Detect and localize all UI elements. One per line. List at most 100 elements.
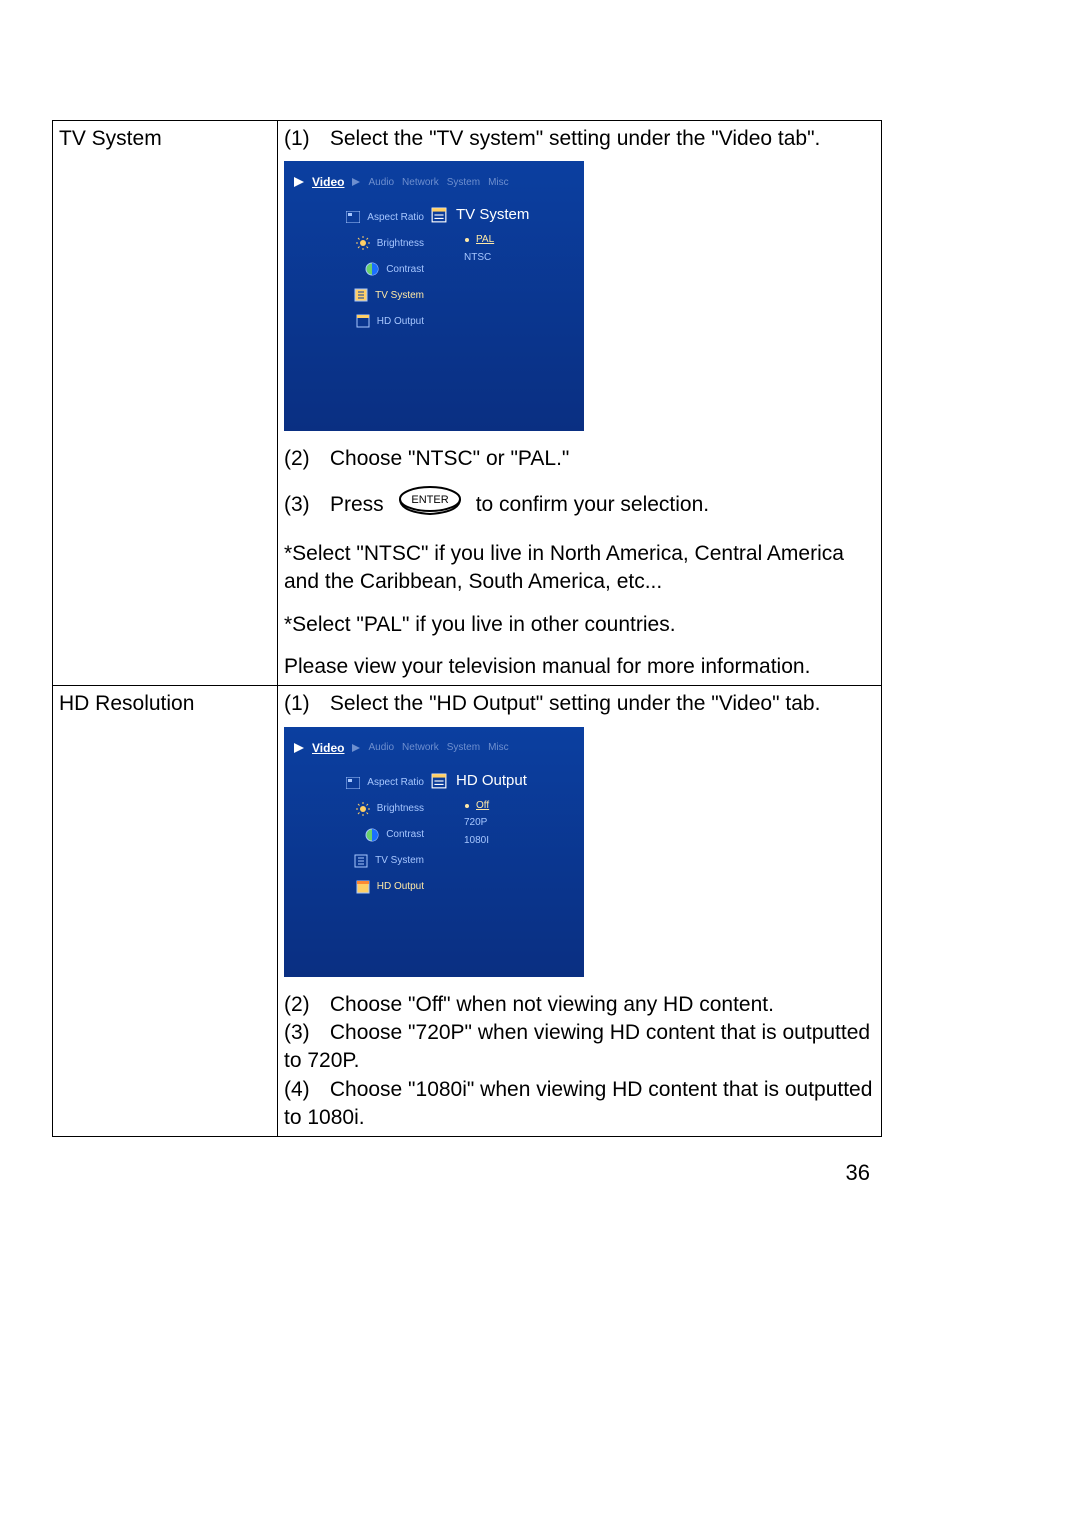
panel-title-text: HD Output xyxy=(456,771,527,791)
step-text: Select the "TV system" setting under the… xyxy=(330,127,821,150)
step-text: Choose "Off" when not viewing any HD con… xyxy=(330,993,774,1016)
sidemenu-item: Aspect Ratio xyxy=(302,209,424,225)
brightness-icon xyxy=(355,235,371,251)
step-line: (4) Choose "1080i" when viewing HD conte… xyxy=(284,1076,875,1133)
enter-button-graphic: ENTER xyxy=(394,484,466,526)
tab-item: System xyxy=(447,741,480,755)
note-text: *Select "PAL" if you live in other count… xyxy=(284,611,875,639)
panel-title-text: TV System xyxy=(456,205,529,225)
setting-label-cell: HD Resolution xyxy=(53,686,278,1137)
step-number: (2) xyxy=(284,445,324,473)
hd-output-icon xyxy=(355,879,371,895)
contrast-icon xyxy=(364,827,380,843)
option-label: Off xyxy=(476,799,489,813)
sidemenu-label: TV System xyxy=(375,854,424,868)
tab-item: Misc xyxy=(488,176,509,190)
step-number: (4) xyxy=(284,1076,324,1104)
setting-label-cell: TV System xyxy=(53,121,278,686)
step-text: Choose "1080i" when viewing HD content t… xyxy=(284,1078,872,1129)
sidemenu-label: TV System xyxy=(375,289,424,303)
tab-item: Misc xyxy=(488,741,509,755)
hd-output-screenshot: Video Audio Network System Misc Aspect R… xyxy=(284,727,584,977)
sidemenu-label: HD Output xyxy=(377,880,424,894)
bullet-icon xyxy=(464,237,470,243)
option-label: PAL xyxy=(476,233,494,247)
play-icon xyxy=(294,743,304,753)
sidemenu-item: Contrast xyxy=(302,261,424,277)
step-line: (2) Choose "NTSC" or "PAL." xyxy=(284,445,875,473)
tab-video: Video xyxy=(312,740,344,756)
table-row: TV System (1) Select the "TV system" set… xyxy=(53,121,882,686)
sidemenu-label: Contrast xyxy=(386,263,424,277)
sidemenu-label: HD Output xyxy=(377,315,424,329)
step-line: (3) Press ENTER to confirm your selectio… xyxy=(284,484,875,526)
list-icon xyxy=(430,772,448,790)
screenshot-options: PAL NTSC xyxy=(464,233,494,264)
step-number: (1) xyxy=(284,125,324,153)
aspect-ratio-icon xyxy=(345,775,361,791)
screenshot-tabbar: Video Audio Network System Misc xyxy=(294,737,574,759)
option-item: Off xyxy=(464,799,489,813)
setting-content-cell: (1) Select the "TV system" setting under… xyxy=(278,121,882,686)
page-number: 36 xyxy=(846,1160,870,1186)
note-text: Please view your television manual for m… xyxy=(284,653,875,681)
screenshot-sidemenu: Aspect Ratio Brightness Contrast xyxy=(302,209,424,329)
option-label: 720P xyxy=(464,816,487,830)
step-text: Select the "HD Output" setting under the… xyxy=(330,692,821,715)
step-text-post: to confirm your selection. xyxy=(476,491,709,519)
option-item: PAL xyxy=(464,233,494,247)
tv-system-icon xyxy=(353,853,369,869)
option-item: 1080I xyxy=(464,834,489,848)
setting-content-cell: (1) Select the "HD Output" setting under… xyxy=(278,686,882,1137)
sidemenu-item: HD Output xyxy=(302,313,424,329)
sidemenu-label: Aspect Ratio xyxy=(367,211,424,225)
bullet-icon xyxy=(464,803,470,809)
step-number: (3) xyxy=(284,491,324,519)
tab-item: Audio xyxy=(368,176,394,190)
tv-system-icon xyxy=(353,287,369,303)
tv-system-screenshot: Video Audio Network System Misc Aspect R… xyxy=(284,161,584,431)
sidemenu-item: HD Output xyxy=(302,879,424,895)
aspect-ratio-icon xyxy=(345,209,361,225)
settings-table: TV System (1) Select the "TV system" set… xyxy=(52,120,882,1137)
list-icon xyxy=(430,206,448,224)
sidemenu-item: Aspect Ratio xyxy=(302,775,424,791)
step-text: Choose "720P" when viewing HD content th… xyxy=(284,1021,870,1072)
option-label: 1080I xyxy=(464,834,489,848)
sidemenu-label: Contrast xyxy=(386,828,424,842)
enter-button-label: ENTER xyxy=(411,494,448,506)
sidemenu-label: Aspect Ratio xyxy=(367,776,424,790)
step-line: (1) Select the "TV system" setting under… xyxy=(284,125,875,153)
tab-video: Video xyxy=(312,174,344,190)
step-text-pre: Press xyxy=(330,491,384,519)
hd-output-icon xyxy=(355,313,371,329)
screenshot-options: Off 720P 1080I xyxy=(464,799,489,848)
screenshot-panel-title: HD Output xyxy=(430,771,527,791)
screenshot-panel-title: TV System xyxy=(430,205,529,225)
screenshot-tabbar: Video Audio Network System Misc xyxy=(294,171,574,193)
sidemenu-item: Brightness xyxy=(302,235,424,251)
play-icon xyxy=(352,178,360,186)
note-text: *Select "NTSC" if you live in North Amer… xyxy=(284,540,875,597)
sidemenu-item: Contrast xyxy=(302,827,424,843)
option-item: NTSC xyxy=(464,251,494,265)
setting-label: TV System xyxy=(59,127,162,150)
sidemenu-label: Brightness xyxy=(377,802,424,816)
step-line: (2) Choose "Off" when not viewing any HD… xyxy=(284,991,875,1019)
step-number: (2) xyxy=(284,991,324,1019)
tab-item: Network xyxy=(402,741,439,755)
play-icon xyxy=(294,177,304,187)
step-text: Choose "NTSC" or "PAL." xyxy=(330,447,570,470)
tab-item: Audio xyxy=(368,741,394,755)
step-line: (3) Choose "720P" when viewing HD conten… xyxy=(284,1019,875,1076)
tab-item: Network xyxy=(402,176,439,190)
play-icon xyxy=(352,744,360,752)
brightness-icon xyxy=(355,801,371,817)
screenshot-sidemenu: Aspect Ratio Brightness Contrast xyxy=(302,775,424,895)
sidemenu-item: Brightness xyxy=(302,801,424,817)
page: TV System (1) Select the "TV system" set… xyxy=(0,0,1080,1521)
table-row: HD Resolution (1) Select the "HD Output"… xyxy=(53,686,882,1137)
option-item: 720P xyxy=(464,816,489,830)
sidemenu-label: Brightness xyxy=(377,237,424,251)
sidemenu-item: TV System xyxy=(302,287,424,303)
